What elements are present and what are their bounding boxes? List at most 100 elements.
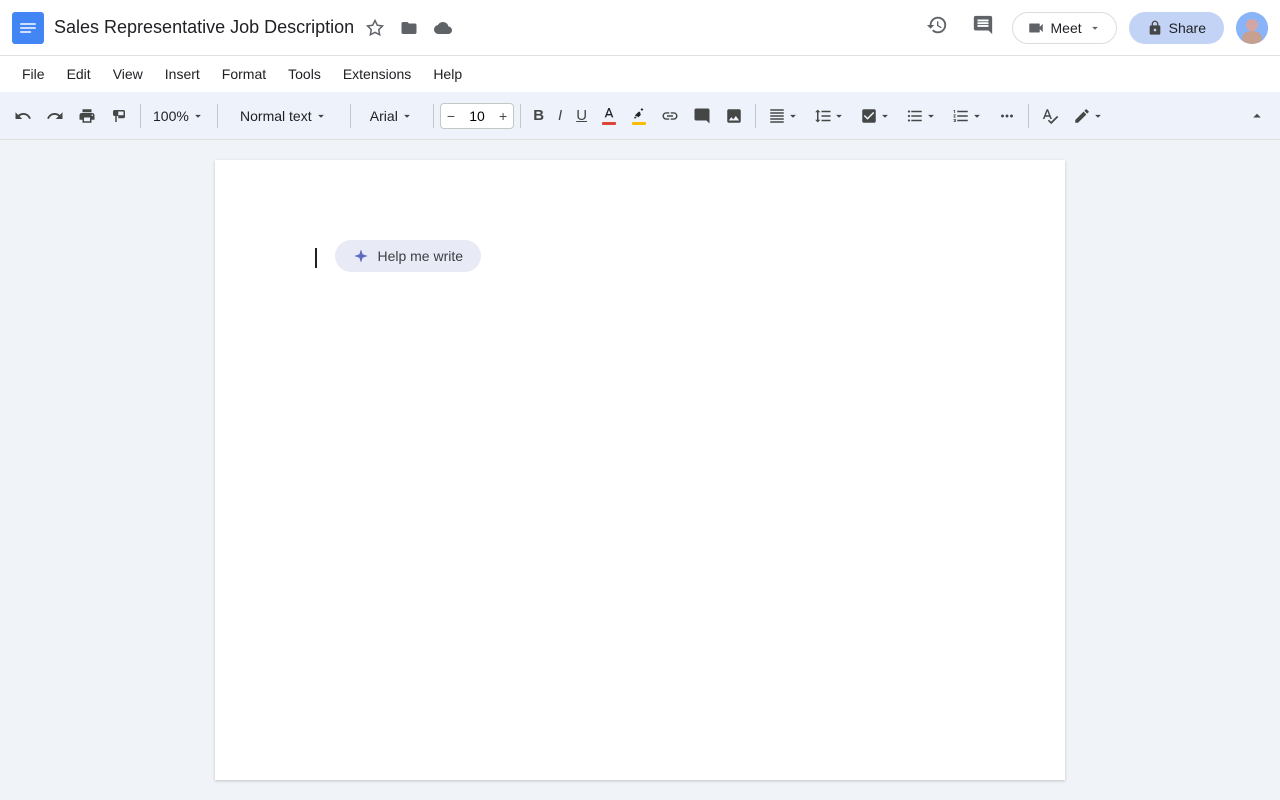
menu-file[interactable]: File — [12, 62, 55, 86]
collapse-toolbar-button[interactable] — [1242, 102, 1272, 130]
folder-icon — [400, 19, 418, 37]
history-icon — [926, 14, 948, 36]
font-size-decrease-button[interactable]: − — [441, 104, 461, 128]
align-icon — [768, 107, 786, 125]
font-size-control: − + — [440, 103, 514, 129]
meet-button[interactable]: Meet — [1012, 12, 1117, 44]
insert-comment-button[interactable] — [687, 102, 717, 130]
menu-view[interactable]: View — [103, 62, 153, 86]
more-horizontal-icon — [998, 107, 1016, 125]
title-action-icons — [362, 15, 456, 41]
style-chevron-icon — [314, 109, 328, 123]
text-color-bar — [602, 122, 616, 125]
highlight-color-bar — [632, 122, 646, 125]
checklist-chevron-icon — [878, 109, 892, 123]
toolbar-divider-7 — [1028, 104, 1029, 128]
highlight-color-button[interactable] — [625, 101, 653, 130]
title-right-actions: Meet Share — [920, 8, 1268, 48]
print-button[interactable] — [72, 102, 102, 130]
bold-button[interactable]: B — [527, 102, 550, 129]
menu-help[interactable]: Help — [423, 62, 472, 86]
menu-edit[interactable]: Edit — [57, 62, 101, 86]
bullet-chevron-icon — [924, 109, 938, 123]
number-list-icon — [952, 107, 970, 125]
video-camera-icon — [1027, 19, 1045, 37]
zoom-chevron-icon — [191, 109, 205, 123]
link-icon — [661, 107, 679, 125]
chevron-down-icon — [1088, 21, 1102, 35]
number-chevron-icon — [970, 109, 984, 123]
comment-icon — [972, 14, 994, 36]
more-options-button[interactable] — [992, 102, 1022, 130]
spellcheck-button[interactable] — [1035, 102, 1065, 130]
star-button[interactable] — [362, 15, 388, 41]
text-color-button[interactable] — [595, 101, 623, 130]
toolbar-collapse-group — [1240, 102, 1272, 130]
drawing-chevron-icon — [1091, 109, 1105, 123]
toolbar-divider-3 — [350, 104, 351, 128]
toolbar-divider-2 — [217, 104, 218, 128]
zoom-selector[interactable]: 100% — [147, 104, 211, 128]
line-spacing-chevron-icon — [832, 109, 846, 123]
pencil-icon — [1073, 107, 1091, 125]
avatar-image — [1236, 12, 1268, 44]
redo-button[interactable] — [40, 102, 70, 130]
image-icon — [725, 107, 743, 125]
drawing-mode-button[interactable] — [1067, 102, 1111, 130]
doc-title: Sales Representative Job Description — [54, 17, 354, 38]
toolbar-divider-4 — [433, 104, 434, 128]
toolbar-divider-5 — [520, 104, 521, 128]
zoom-value: 100% — [153, 108, 189, 124]
bulleted-list-button[interactable] — [900, 102, 944, 130]
avatar[interactable] — [1236, 12, 1268, 44]
link-button[interactable] — [655, 102, 685, 130]
line-spacing-icon — [814, 107, 832, 125]
highlight-icon — [631, 106, 647, 122]
lock-icon — [1147, 20, 1163, 36]
font-chevron-icon — [400, 109, 414, 123]
font-size-increase-button[interactable]: + — [493, 104, 513, 128]
share-label: Share — [1169, 20, 1206, 36]
menu-format[interactable]: Format — [212, 62, 276, 86]
share-button[interactable]: Share — [1129, 12, 1224, 44]
history-button[interactable] — [920, 8, 954, 48]
numbered-list-button[interactable] — [946, 102, 990, 130]
undo-icon — [14, 107, 32, 125]
spellcheck-icon — [1041, 107, 1059, 125]
undo-button[interactable] — [8, 102, 38, 130]
font-selector[interactable]: Arial — [357, 104, 427, 128]
italic-label: I — [558, 107, 562, 124]
document-area: Help me write — [0, 140, 1280, 800]
print-icon — [78, 107, 96, 125]
chevron-up-icon — [1248, 107, 1266, 125]
redo-icon — [46, 107, 64, 125]
underline-button[interactable]: U — [570, 102, 593, 129]
star-icon — [366, 19, 384, 37]
menu-insert[interactable]: Insert — [155, 62, 210, 86]
bold-label: B — [533, 107, 544, 124]
underline-label: U — [576, 107, 587, 124]
italic-button[interactable]: I — [552, 102, 568, 129]
checklist-button[interactable] — [854, 102, 898, 130]
menu-tools[interactable]: Tools — [278, 62, 331, 86]
style-value: Normal text — [240, 108, 312, 124]
line-spacing-button[interactable] — [808, 102, 852, 130]
alignment-button[interactable] — [762, 102, 806, 130]
insert-image-button[interactable] — [719, 102, 749, 130]
comment-button[interactable] — [966, 8, 1000, 48]
paint-format-button[interactable] — [104, 102, 134, 130]
help-me-write-button[interactable]: Help me write — [335, 240, 481, 272]
paragraph-style-selector[interactable]: Normal text — [224, 104, 344, 128]
document-page[interactable]: Help me write — [215, 160, 1065, 780]
cloud-button[interactable] — [430, 15, 456, 41]
menu-extensions[interactable]: Extensions — [333, 62, 421, 86]
toolbar: 100% Normal text Arial − + B I U — [0, 92, 1280, 140]
toolbar-divider-1 — [140, 104, 141, 128]
insert-comment-icon — [693, 107, 711, 125]
font-size-input[interactable] — [461, 104, 493, 128]
folder-button[interactable] — [396, 15, 422, 41]
meet-label: Meet — [1051, 20, 1082, 36]
align-chevron-icon — [786, 109, 800, 123]
paint-format-icon — [110, 107, 128, 125]
docs-logo-icon — [12, 12, 44, 44]
